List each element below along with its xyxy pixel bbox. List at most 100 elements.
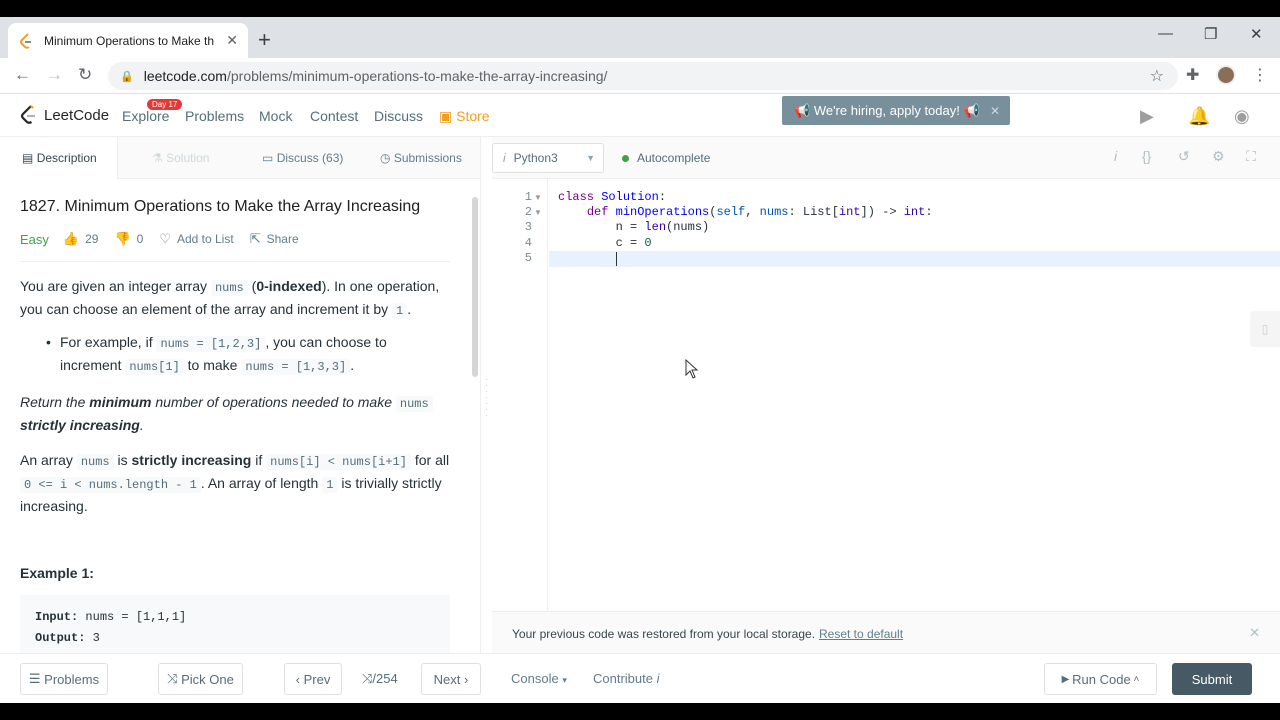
autocomplete-toggle[interactable]: Autocomplete [622,151,710,165]
problem-title: 1827. Minimum Operations to Make the Arr… [20,198,421,215]
info-icon: i [656,671,660,686]
prev-button[interactable]: ‹ Prev [284,663,342,695]
editor-toolbar: i Python3 ▼ Autocomplete i {} ↺ ⚙ ⛶ [492,137,1280,179]
bottom-bar: ☰ Problems ⤨ Pick One ‹ Prev ⤨/254 Next … [0,653,1280,703]
next-button[interactable]: Next › [421,663,481,695]
profile-avatar[interactable] [1216,65,1236,85]
playground-icon[interactable]: ▶ [1140,106,1154,127]
share-icon: ⇱ [249,231,261,246]
add-to-list-button[interactable]: ♡ Add to List [159,231,233,247]
reset-to-default-link[interactable]: Reset to default [819,627,903,641]
play-icon: ▶ [1061,673,1073,685]
code-braces-icon[interactable]: {} [1142,148,1151,164]
run-code-button[interactable]: ▶ Run Code ˄ [1044,663,1157,695]
reset-icon[interactable]: ↺ [1178,148,1190,165]
hiring-banner[interactable]: 📢 We're hiring, apply today! 📢 ✕ [782,96,1010,125]
nav-discuss[interactable]: Discuss [374,108,423,124]
description-scrollbar[interactable] [472,197,478,377]
tab-discuss[interactable]: ▭ Discuss (63) [262,151,343,165]
tab-submissions[interactable]: ◷ Submissions [380,151,462,165]
info-icon[interactable]: i [1114,148,1117,164]
notes-icon[interactable]: ▯ [1250,311,1280,347]
settings-icon[interactable]: ⚙ [1212,148,1225,165]
example-heading: Example 1: [20,565,94,581]
bookmark-star-icon[interactable]: ☆ [1150,66,1164,86]
problem-meta: Easy 👍 29 👎 0 ♡ Add to List ⇱ Share [20,231,456,247]
flask-icon: ⚗ [152,151,163,165]
difficulty-badge: Easy [20,231,49,247]
browser-toolbar: ← → ↻ 🔒 leetcode.com/problems/minimum-op… [0,58,1280,94]
line-gutter: 1 ▼ 2 ▼ 3 4 5 [492,179,548,611]
pick-one-button[interactable]: ⤨ Pick One [158,663,243,695]
extensions-icon[interactable]: ✚ [1186,65,1199,85]
language-select[interactable]: i Python3 ▼ [492,143,604,173]
lock-icon: 🔒 [120,70,134,83]
restore-message: Your previous code was restored from you… [512,627,816,641]
reload-icon[interactable]: ↻ [78,65,92,85]
code-editor[interactable]: 1 ▼ 2 ▼ 3 4 5 class Solution: def minOpera… [492,179,1280,611]
text-cursor [616,252,617,266]
leetcode-logo[interactable]: LeetCode [20,105,109,125]
user-account-icon[interactable]: ◉ [1234,106,1250,127]
shuffle-icon: ⤨ [167,671,182,686]
close-banner-icon[interactable]: ✕ [990,104,1000,118]
tab-title: Minimum Operations to Make th [44,33,215,48]
back-icon[interactable]: ← [14,65,31,85]
info-icon: i [503,151,506,165]
forward-icon[interactable]: → [46,65,63,85]
description-paragraph: You are given an integer array nums (0-i… [20,278,440,319]
share-button[interactable]: ⇱ Share [250,231,299,247]
status-dot [622,154,629,162]
nav-contest[interactable]: Contest [310,108,358,124]
new-tab-button[interactable]: + [258,27,271,53]
example-block: Input: nums = [1,1,1]Output: 3Explanatio… [20,595,450,653]
store-icon: ▣ [439,108,453,124]
tab-description[interactable]: ▤ Description [22,151,97,165]
clock-icon: ◷ [380,151,391,165]
code-line: c = 0 [558,236,652,250]
list-icon: ☰ [28,671,45,686]
shuffle-icon: ⤨ [362,671,373,686]
browser-tab[interactable]: Minimum Operations to Make th ✕ [8,23,248,58]
restore-notice: Your previous code was restored from you… [492,611,1280,653]
nav-problems[interactable]: Problems [185,108,244,124]
menu-kebab-icon[interactable]: ⋮ [1252,65,1268,85]
megaphone-icon: 📢 [794,102,814,118]
dislike-button[interactable]: 👎 0 [114,231,143,247]
mouse-cursor-icon [685,359,699,379]
nav-mock[interactable]: Mock [259,108,292,124]
chevron-right-icon: › [460,671,469,687]
notification-bell-icon[interactable]: 🔔 [1188,106,1210,127]
comment-icon: ▭ [262,151,274,165]
chevron-left-icon: ‹ [295,671,304,687]
megaphone-icon: 📢 [959,102,980,118]
like-button[interactable]: 👍 29 [63,231,99,247]
code-line: n = len(nums) [558,220,710,234]
minimize-icon[interactable]: — [1158,25,1173,42]
contribute-button[interactable]: Contribute i [593,671,660,686]
chevron-down-icon: ▼ [586,153,595,163]
description-paragraph: Return the minimum number of operations … [20,392,450,436]
problem-counter[interactable]: ⤨/254 [362,671,398,687]
console-toggle[interactable]: Console ▾ [511,671,567,686]
fullscreen-icon[interactable]: ⛶ [1246,148,1256,165]
hiring-text: We're hiring, apply today! [813,103,960,118]
close-tab-icon[interactable]: ✕ [226,32,238,49]
tab-solution[interactable]: ⚗ Solution [152,151,209,165]
restore-window-icon[interactable]: ❐ [1204,25,1217,43]
logo-text: LeetCode [44,106,110,124]
problem-subtabs: ▤ Description ⚗ Solution ▭ Discuss (63) … [0,137,480,179]
description-icon: ▤ [22,151,34,165]
problems-list-button[interactable]: ☰ Problems [20,663,108,695]
close-notice-icon[interactable]: ✕ [1249,625,1260,641]
nav-explore[interactable]: Explore [122,108,169,124]
close-window-icon[interactable]: ✕ [1250,25,1263,43]
submit-button[interactable]: Submit [1172,663,1252,695]
address-bar[interactable]: 🔒 leetcode.com/problems/minimum-operatio… [108,62,1178,90]
browser-window: Minimum Operations to Make th ✕ + — ❐ ✕ … [0,17,1280,703]
panel-splitter[interactable]: · · · · · · · [480,137,492,653]
nav-store[interactable]: ▣ Store [439,108,490,125]
code-line: def minOperations(self, nums: List[int])… [586,205,933,219]
tab-strip: Minimum Operations to Make th ✕ + — ❐ ✕ [0,17,1280,58]
example-bullet: For example, if nums = [1,2,3], you can … [20,332,450,378]
